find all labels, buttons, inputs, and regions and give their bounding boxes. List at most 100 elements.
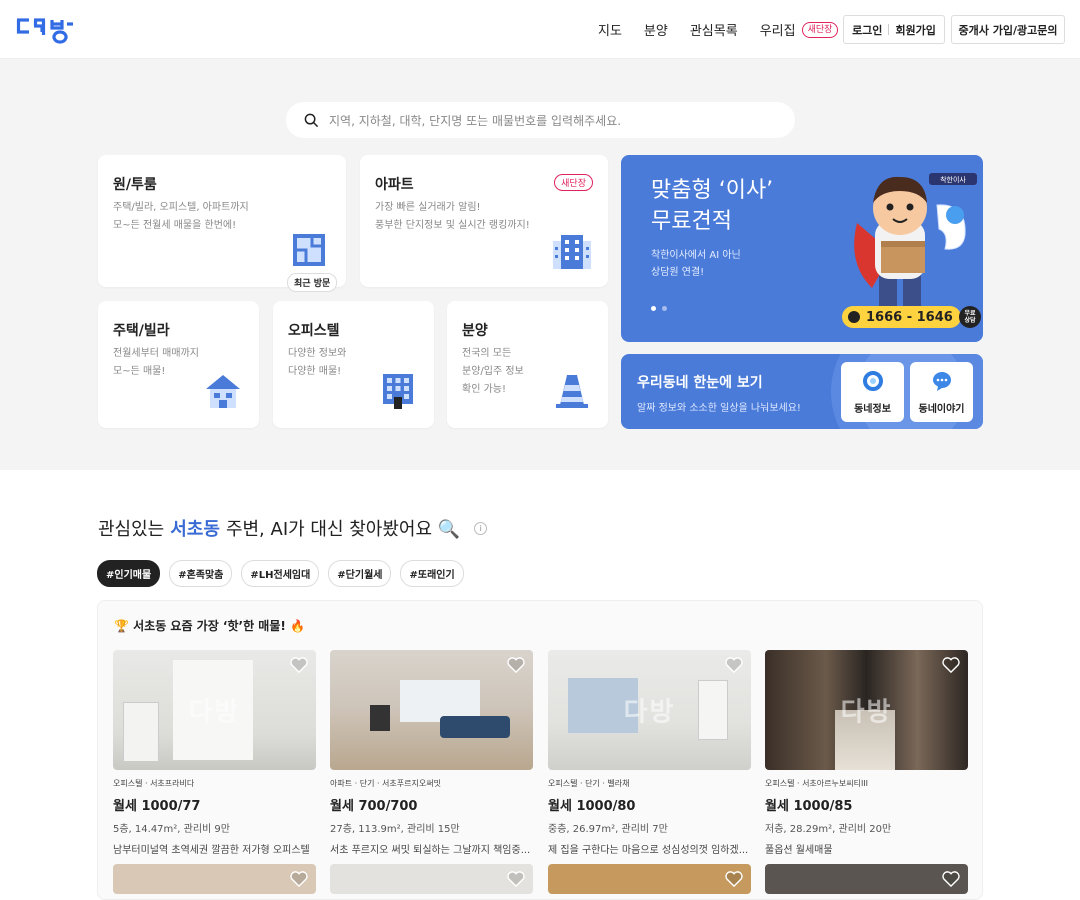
heart-icon[interactable] xyxy=(507,871,525,887)
category-card-presale[interactable]: 분양 전국의 모든 분양/입주 정보 확인 가능! xyxy=(447,301,608,428)
chip-peer[interactable]: #또래인기 xyxy=(400,560,464,587)
property-price: 월세 700/700 xyxy=(330,799,418,814)
nav-presale-label: 분양 xyxy=(643,24,668,39)
neighborhood-title: 우리동네 한눈에 보기 xyxy=(637,375,763,391)
banner-title: 맞춤형 ‘이사’ 무료견적 xyxy=(651,178,774,234)
recent-visit-badge: 최근 방문 xyxy=(287,273,338,292)
heading-suffix: 주변, AI가 대신 찾아봤어요 🔍 xyxy=(225,519,461,540)
hero-section: 지역, 지하철, 대학, 단지명 또는 매물번호를 입력해주세요. 원/투룸 주… xyxy=(0,59,1080,470)
info-icon[interactable]: i xyxy=(474,521,488,535)
top-header: 지도 분양 관심목록 우리집 새단장 로그인 회원가입 중개사 가입/광고문의 xyxy=(0,0,1080,59)
chip-single[interactable]: #혼족맞춤 xyxy=(169,560,233,587)
search-icon xyxy=(304,113,319,127)
free-consult-badge: 무료 상담 xyxy=(959,306,981,328)
search-bar[interactable]: 지역, 지하철, 대학, 단지명 또는 매물번호를 입력해주세요. xyxy=(286,102,795,138)
property-photo-partial[interactable] xyxy=(765,864,968,894)
agent-signup-button[interactable]: 중개사 가입/광고문의 xyxy=(951,15,1065,44)
category-card-apartment[interactable]: 아파트 새단장 가장 빠른 실거래가 알림! 풍부한 단지정보 및 실시간 랭킹… xyxy=(360,155,608,287)
nav-my-home-label: 우리집 xyxy=(759,24,796,39)
property-card[interactable]: 아파트 · 단기 · 서초푸르지오써밋 월세 700/700 27층, 113.… xyxy=(330,650,533,856)
property-photo-partial[interactable] xyxy=(113,864,316,894)
officetel-icon xyxy=(383,374,413,409)
dabang-logo[interactable] xyxy=(15,14,75,44)
chip-lh[interactable]: #LH전세임대 xyxy=(241,560,320,587)
login-signup-group: 로그인 회원가입 xyxy=(843,15,945,44)
property-photo[interactable]: 다방 xyxy=(113,650,316,770)
card-title: 주택/빌라 xyxy=(113,323,170,339)
property-type: 오피스텔 · 서초프라비다 xyxy=(113,779,195,788)
nav-favorites-label: 관심목록 xyxy=(689,24,738,39)
nav-map-label: 지도 xyxy=(598,24,622,39)
category-card-room[interactable]: 원/투룸 주택/빌라, 오피스텔, 아파트까지 모~든 전월세 매물을 한번에!… xyxy=(98,155,346,292)
new-badge: 새단장 xyxy=(554,174,593,191)
heart-icon[interactable] xyxy=(290,657,308,673)
banner-subtitle: 착한이사에서 AI 아닌 상담원 연결! xyxy=(651,250,741,278)
neighborhood-talk-label: 동네이야기 xyxy=(918,403,965,415)
moving-estimate-banner[interactable]: 맞춤형 ‘이사’ 무료견적 착한이사에서 AI 아닌 상담원 연결! 착한이사 … xyxy=(621,155,983,342)
neighborhood-talk-button[interactable]: 동네이야기 xyxy=(910,362,973,422)
heart-icon[interactable] xyxy=(942,871,960,887)
neighborhood-info-button[interactable]: 동네정보 xyxy=(841,362,904,422)
heart-icon[interactable] xyxy=(507,657,525,673)
property-spec: 저층, 28.29m², 관리비 20만 xyxy=(765,824,892,835)
property-card[interactable]: 다방 오피스텔 · 서초아르누보씨티III 월세 1000/85 저층, 28.… xyxy=(765,650,968,856)
property-card[interactable]: 다방 오피스텔 · 단기 · 벨라채 월세 1000/80 중층, 26.97m… xyxy=(548,650,751,856)
nav-my-home[interactable]: 우리집 새단장 xyxy=(760,20,839,39)
room-icon xyxy=(293,234,325,266)
chat-bubble-icon xyxy=(932,371,951,391)
chip-popular[interactable]: #인기매물 xyxy=(97,560,161,587)
mascot-illustration-icon: 착한이사 xyxy=(854,173,977,311)
property-spec: 중층, 26.97m², 관리비 7만 xyxy=(548,824,668,835)
carousel-indicator xyxy=(651,306,667,311)
card-desc: 전월세부터 매매까지 모~든 매물! xyxy=(113,348,199,377)
category-card-house[interactable]: 주택/빌라 전월세부터 매매까지 모~든 매물! xyxy=(98,301,259,428)
listing-box-title: 🏆 서초동 요즘 가장 ‘핫’한 매물! 🔥 xyxy=(114,619,305,633)
filter-chips: #인기매물 #혼족맞춤 #LH전세임대 #단기월세 #또래인기 xyxy=(97,560,464,587)
card-desc: 전국의 모든 분양/입주 정보 확인 가능! xyxy=(462,348,524,395)
location-ring-icon xyxy=(862,370,883,391)
carousel-dot[interactable] xyxy=(651,306,656,311)
property-desc: 제 집을 구한다는 마음으로 성심성의껏 임하겠... xyxy=(548,845,749,856)
heart-icon[interactable] xyxy=(725,657,743,673)
new-badge: 새단장 xyxy=(801,21,839,38)
card-desc: 다양한 정보와 다양한 매물! xyxy=(288,348,347,377)
property-card[interactable]: 다방 오피스텔 · 서초프라비다 월세 1000/77 5층, 14.47m²,… xyxy=(113,650,316,856)
property-type: 오피스텔 · 서초아르누보씨티III xyxy=(765,779,869,788)
heart-icon[interactable] xyxy=(725,871,743,887)
watermark: 다방 xyxy=(188,697,241,728)
property-photo-partial[interactable] xyxy=(548,864,751,894)
card-desc: 가장 빠른 실거래가 알림! 풍부한 단지정보 및 실시간 랭킹까지! xyxy=(375,202,530,231)
property-type: 아파트 · 단기 · 서초푸르지오써밋 xyxy=(330,779,441,788)
category-card-officetel[interactable]: 오피스텔 다양한 정보와 다양한 매물! xyxy=(273,301,434,428)
property-photo[interactable] xyxy=(330,650,533,770)
property-desc: 서초 푸르지오 써밋 퇴실하는 그날까지 책임중... xyxy=(330,845,531,856)
search-input[interactable]: 지역, 지하철, 대학, 단지명 또는 매물번호를 입력해주세요. xyxy=(329,112,621,129)
card-title: 원/투룸 xyxy=(113,177,157,193)
phone-number-badge[interactable]: 1666 - 1646 무료 상담 xyxy=(842,306,981,328)
nav-presale[interactable]: 분양 xyxy=(644,20,668,39)
heading-prefix: 관심있는 xyxy=(98,519,165,540)
property-photo[interactable]: 다방 xyxy=(548,650,751,770)
neighborhood-subtitle: 알짜 정보와 소소한 일상을 나눠보세요! xyxy=(637,403,801,414)
card-desc: 주택/빌라, 오피스텔, 아파트까지 모~든 전월세 매물을 한번에! xyxy=(113,202,249,231)
property-photo[interactable]: 다방 xyxy=(765,650,968,770)
card-title: 오피스텔 xyxy=(288,323,340,339)
login-button[interactable]: 로그인 xyxy=(846,22,888,38)
property-price: 월세 1000/85 xyxy=(765,799,853,814)
nav-favorites[interactable]: 관심목록 xyxy=(690,20,738,39)
heading-place[interactable]: 서초동 xyxy=(170,515,220,541)
nav-map[interactable]: 지도 xyxy=(598,20,622,39)
neighborhood-info-label: 동네정보 xyxy=(854,403,891,415)
heart-icon[interactable] xyxy=(290,871,308,887)
property-type: 오피스텔 · 단기 · 벨라채 xyxy=(548,779,630,788)
watermark: 다방 xyxy=(623,697,676,728)
property-photo-partial[interactable] xyxy=(330,864,533,894)
heart-icon[interactable] xyxy=(942,657,960,673)
property-spec: 5층, 14.47m², 관리비 9만 xyxy=(113,824,230,835)
property-desc: 남부터미널역 초역세권 깔끔한 저가형 오피스텔 xyxy=(113,845,310,856)
property-desc: 풀옵션 월세매물 xyxy=(765,845,833,856)
watermark: 다방 xyxy=(840,697,893,728)
carousel-dot[interactable] xyxy=(662,306,667,311)
signup-button[interactable]: 회원가입 xyxy=(889,22,941,38)
chip-short-term[interactable]: #단기월세 xyxy=(328,560,392,587)
